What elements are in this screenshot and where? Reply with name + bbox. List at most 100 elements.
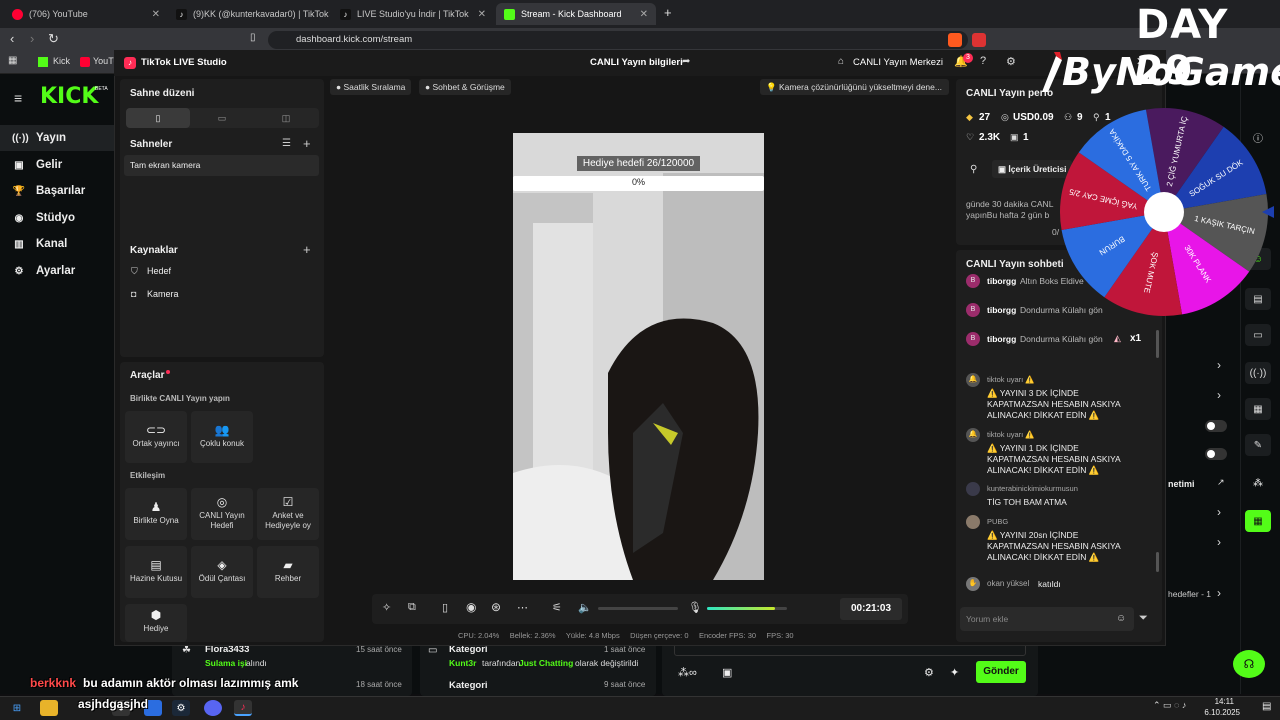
settings-icon[interactable]: ⚙ [1006, 55, 1016, 68]
clip-button[interactable]: ▦ [1245, 510, 1271, 532]
broadcast-button[interactable]: ((·)) [1245, 362, 1271, 384]
hourly-ranking-chip[interactable]: ● Saatlik Sıralama [330, 79, 412, 95]
tiktok-taskbar-icon[interactable]: ♪ [234, 700, 252, 716]
share-icon[interactable]: ⁂ [1253, 478, 1263, 489]
tab-live-studio[interactable]: ♪ LIVE Studio'yu İndir | TikTok ✕ [332, 3, 494, 25]
split-layout-button[interactable]: ◫ [254, 108, 318, 128]
bookmark-icon[interactable]: ▯ [250, 32, 256, 43]
steam-icon[interactable]: ⚙ [172, 700, 190, 716]
chat-call-chip[interactable]: ● Sohbet & Görüşme [419, 79, 511, 95]
send-button[interactable]: Gönder [976, 661, 1026, 683]
folder-icon[interactable] [40, 700, 58, 716]
filter-icon[interactable]: ⏷ [1139, 612, 1148, 625]
back-icon[interactable]: ‹ [10, 31, 14, 46]
volume-slider[interactable] [598, 607, 678, 610]
support-button[interactable]: ☊ [1233, 650, 1265, 678]
list-icon[interactable]: ☰ [282, 138, 291, 149]
poll-tool[interactable]: ☑ Anket ve Hediyeyle oy [257, 488, 319, 540]
adjust-icon[interactable]: ⚟ [552, 601, 562, 614]
reward-bag-tool[interactable]: ◈ Ödül Çantası [191, 546, 253, 598]
toggle-switch[interactable] [1205, 420, 1227, 432]
store-icon[interactable]: ▣ [722, 666, 732, 679]
chevron-right-icon[interactable]: › [1217, 586, 1221, 600]
play-together-tool[interactable]: ♟ Birlikte Oyna [125, 488, 187, 540]
menu-icon[interactable]: ≡ [14, 90, 22, 106]
live-center-link[interactable]: CANLI Yayın Merkezi [853, 57, 943, 68]
nav-basarilar[interactable]: 🏆 Başarılar [0, 178, 118, 204]
chevron-right-icon[interactable]: › [1217, 388, 1221, 402]
record-icon[interactable]: ◉ [466, 600, 476, 614]
mic-slider[interactable] [707, 607, 787, 610]
notifications-icon[interactable]: ▤ [1262, 701, 1271, 712]
emote-icon[interactable]: ⁂∞ [678, 666, 697, 679]
reload-icon[interactable]: ↻ [48, 31, 59, 47]
join-user[interactable]: okan yüksel [987, 579, 1029, 588]
multi-guest-tool[interactable]: 👥 Çoklu konuk [191, 411, 253, 463]
source-item[interactable]: Kamera [147, 289, 179, 299]
landscape-layout-button[interactable]: ▭ [190, 108, 254, 128]
chevron-right-icon[interactable]: › [1217, 505, 1221, 519]
mic-icon[interactable]: 🎙 [688, 601, 702, 614]
nav-yayin[interactable]: ((·)) Yayın [0, 125, 118, 151]
pip-icon[interactable]: ⧉ [408, 601, 416, 614]
magic-icon[interactable]: ✧ [382, 601, 391, 614]
chat-user[interactable]: kunterabinickimiokurmusun [987, 484, 1147, 493]
tools-button[interactable]: ✎ [1245, 434, 1271, 456]
add-source-icon[interactable]: + [303, 242, 311, 257]
apps-grid-icon[interactable]: ▦ [8, 55, 17, 66]
kick-logo[interactable]: KICK [40, 84, 98, 109]
nav-studyo[interactable]: ◉ Stüdyo [0, 205, 118, 231]
url-field[interactable]: dashboard.kick.com/stream [268, 31, 968, 49]
help-icon[interactable]: ? [980, 55, 986, 67]
add-scene-icon[interactable]: + [303, 136, 311, 151]
live-info-title[interactable]: CANLI Yayın bilgileri [590, 57, 683, 68]
close-tab-icon[interactable]: ✕ [152, 9, 160, 20]
phone-icon[interactable]: ▯ [442, 601, 448, 614]
layout-button[interactable]: ▦ [1245, 398, 1271, 420]
gift-user[interactable]: tiborgg [987, 334, 1016, 344]
nav-gelir[interactable]: ▣ Gelir [0, 152, 118, 178]
more-icon[interactable]: ⋯ [517, 601, 528, 614]
event-category[interactable]: Just Chatting [519, 658, 573, 668]
extension-icon[interactable] [972, 33, 986, 47]
gift-tool[interactable]: ⬢ Hediye [125, 604, 187, 642]
settings-icon[interactable]: ⚙ [924, 666, 934, 679]
app-icon[interactable] [204, 700, 222, 716]
co-host-tool[interactable]: ⊂⊃ Ortak yayıncı [125, 411, 187, 463]
guide-tool[interactable]: ▰ Rehber [257, 546, 319, 598]
event-user[interactable]: Kunt3r [449, 658, 476, 668]
nav-ayarlar[interactable]: ⚙ Ayarlar [0, 258, 118, 284]
person-add-icon[interactable]: ⚲ [970, 164, 977, 175]
windows-start-icon[interactable]: ⊞ [8, 700, 26, 716]
external-link-icon[interactable]: ↗ [1217, 477, 1225, 488]
tab-kick-dashboard[interactable]: Stream - Kick Dashboard ✕ [496, 3, 656, 25]
live-goal-tool[interactable]: ◎ CANLI Yayın Hedefi [191, 488, 253, 540]
source-item[interactable]: Hedef [147, 266, 171, 276]
chevron-right-icon[interactable]: › [1217, 535, 1221, 549]
share-icon[interactable]: ➦ [682, 56, 690, 67]
gift-icon[interactable]: ✦ [950, 666, 959, 679]
chat-user[interactable]: tiktok uyarı ⚠️ [987, 375, 1137, 384]
nav-kanal[interactable]: ▥ Kanal [0, 231, 118, 257]
portrait-layout-button[interactable]: ▯ [126, 108, 190, 128]
close-tab-icon[interactable]: ✕ [478, 9, 486, 20]
volume-icon[interactable]: 🔈 [578, 601, 592, 614]
new-tab-icon[interactable]: + [664, 5, 672, 20]
scene-item[interactable]: Tam ekran kamera [124, 155, 319, 176]
chevron-right-icon[interactable]: › [1217, 358, 1221, 372]
treasure-box-tool[interactable]: ▤ Hazine Kutusu [125, 546, 187, 598]
emoji-icon[interactable]: ☺ [1116, 613, 1126, 624]
close-tab-icon[interactable]: ✕ [329, 9, 330, 20]
camera-tip-chip[interactable]: 💡 Kamera çözünürlüğünü yükseltmeyi dene.… [760, 79, 949, 95]
tab-tiktok-profile[interactable]: ♪ (9)KK (@kunterkavadar0) | TikTok✕ [168, 3, 330, 25]
gift-user[interactable]: tiborgg [987, 276, 1016, 286]
effect-icon[interactable]: ⊛ [491, 600, 501, 614]
tray-icons[interactable]: ⌃ ▭ ◌ ♪ [1153, 700, 1186, 711]
chat-scrollbar[interactable] [1156, 552, 1159, 572]
close-tab-icon[interactable]: ✕ [640, 9, 648, 20]
chat-user[interactable]: tiktok uyarı ⚠️ [987, 430, 1137, 439]
comment-input[interactable]: Yorum ekle [960, 607, 1134, 631]
brave-icon[interactable] [948, 33, 962, 47]
toggle-switch[interactable] [1205, 448, 1227, 460]
forward-icon[interactable]: › [30, 31, 34, 46]
